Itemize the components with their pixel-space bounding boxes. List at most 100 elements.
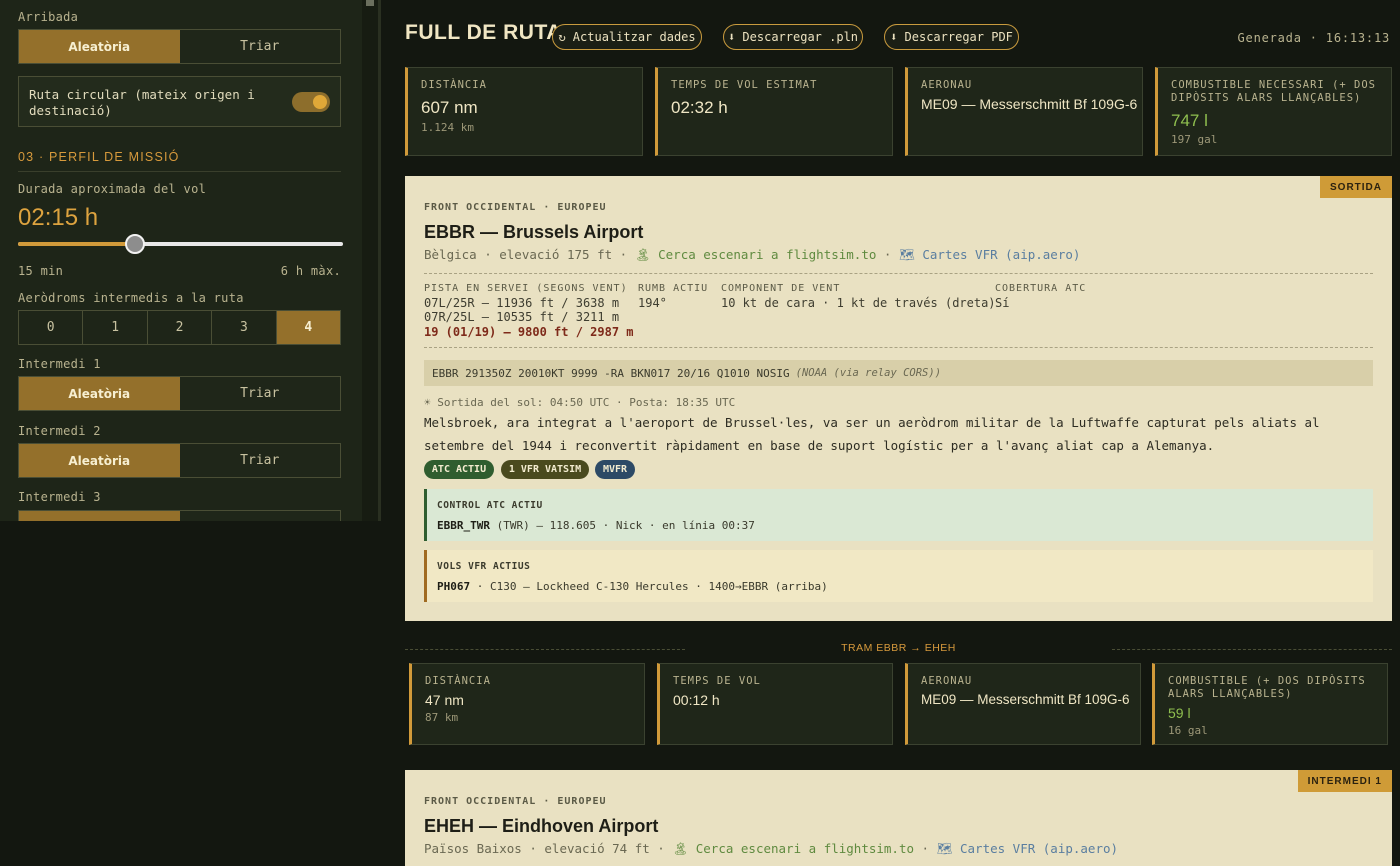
stat-sub: 87 km (425, 711, 459, 724)
intermediate-option-4[interactable]: 4 (276, 311, 341, 344)
circular-route-switch[interactable] (292, 92, 330, 112)
section-title: 03 · PERFIL DE MISSIÓ (18, 150, 180, 164)
summary-fuel: COMBUSTIBLE NECESSARI (+ DOS DIPÒSITS AL… (1155, 67, 1392, 156)
intermediate-3-label: Intermedi 3 (18, 490, 101, 504)
intermediate-badge: INTERMEDI 1 (1297, 770, 1392, 792)
intermediate-3-choose-button[interactable] (179, 511, 340, 521)
meta-separator: · (921, 841, 930, 856)
arrival-random-button[interactable]: Aleatòria (19, 30, 180, 63)
heading-value: 194° (638, 296, 667, 310)
page-title: FULL DE RUTA (405, 21, 562, 44)
intermediate-3-mode-toggle (18, 510, 341, 521)
runways-header: PISTA EN SERVEI (SEGONS VENT) (424, 283, 628, 294)
stat-value: 59 l (1168, 705, 1191, 721)
arrival-mode-toggle: Aleatòria Triar (18, 29, 341, 64)
arrival-choose-button[interactable]: Triar (179, 30, 340, 63)
stat-sub: 197 gal (1171, 133, 1218, 146)
sidebar-divider (378, 0, 381, 521)
divider (424, 347, 1373, 348)
stat-sub: 1.124 km (421, 121, 474, 134)
duration-label: Durada aproximada del vol (18, 182, 207, 196)
departure-badge: SORTIDA (1320, 176, 1392, 198)
slider-handle[interactable] (125, 234, 145, 254)
generated-time: Generada · 16:13:13 (1237, 31, 1390, 45)
atc-details: (TWR) — 118.605 · Nick · en línia 00:37 (496, 519, 755, 532)
intermediate-1-mode-toggle: Aleatòria Triar (18, 376, 341, 411)
stat-value: ME09 — Messerschmitt Bf 109G-6 (921, 692, 1130, 707)
leg-title: TRAM EBBR → EHEH (841, 642, 956, 654)
leg-divider: TRAM EBBR → EHEH (405, 642, 1392, 656)
intermediate-option-1[interactable]: 1 (83, 311, 148, 344)
front-kicker: FRONT OCCIDENTAL · EUROPEU (424, 796, 607, 807)
intermediate-1-random-button[interactable]: Aleatòria (19, 377, 180, 410)
stat-value: ME09 — Messerschmitt Bf 109G-6 (921, 96, 1138, 112)
arrival-label: Arribada (18, 10, 79, 24)
meta-separator: · (883, 247, 892, 262)
download-pdf-button[interactable]: ⬇ Descarregar PDF (884, 24, 1019, 50)
duration-slider[interactable] (18, 234, 343, 254)
duration-value: 02:15 h (18, 204, 99, 231)
leg-distance: DISTÀNCIA 47 nm 87 km (409, 663, 645, 745)
circular-route-label: Ruta circular (mateix origen i destinaci… (29, 87, 255, 118)
mvfr-tag: MVFR (595, 460, 635, 479)
stat-value: 02:32 h (671, 98, 728, 117)
scenery-link[interactable]: 🏝 Cerca escenari a flightsim.to (635, 247, 877, 262)
vfr-callsign: PH067 (437, 580, 471, 593)
vfr-flights-box: VOLS VFR ACTIUS PH067 · C130 — Lockheed … (424, 550, 1373, 602)
metar-bar: EBBR 291350Z 20010KT 9999 -RA BKN017 20/… (424, 360, 1373, 386)
stat-label: COMBUSTIBLE NECESSARI (+ DOS DIPÒSITS AL… (1171, 79, 1377, 104)
intermediate-2-label: Intermedi 2 (18, 424, 101, 438)
vfr-charts-link[interactable]: 🗺 Cartes VFR (aip.aero) (899, 247, 1080, 262)
intermediate-option-3[interactable]: 3 (212, 311, 277, 344)
stat-value: 47 nm (425, 692, 464, 708)
stat-label: AERONAU (921, 675, 973, 687)
vfr-charts-link[interactable]: 🗺 Cartes VFR (aip.aero) (937, 841, 1118, 856)
airport-title: EHEH — Eindhoven Airport (424, 816, 659, 836)
stat-sub: 16 gal (1168, 724, 1208, 737)
stat-label: AERONAU (921, 79, 973, 91)
leg-aircraft: AERONAU ME09 — Messerschmitt Bf 109G-6 (905, 663, 1141, 745)
scrollbar-thumb[interactable] (366, 0, 374, 6)
atc-callsign: EBBR_TWR (437, 519, 490, 532)
vfr-vatsim-tag: 1 VFR VATSIM (501, 460, 589, 479)
airport-country: Bèlgica · elevació 175 ft · (424, 247, 628, 262)
wind-header: COMPONENT DE VENT (721, 283, 841, 294)
intermediate-option-2[interactable]: 2 (148, 311, 213, 344)
atc-coverage-header: COBERTURA ATC (995, 283, 1087, 294)
atc-coverage-value: Sí (995, 296, 1010, 310)
runway-active: 19 (01/19) — 9800 ft / 2987 m (424, 325, 634, 339)
intermediate-1-card: INTERMEDI 1 FRONT OCCIDENTAL · EUROPEU E… (405, 770, 1392, 866)
summary-distance: DISTÀNCIA 607 nm 1.124 km (405, 67, 643, 156)
sun-times: ☀ Sortida del sol: 04:50 UTC · Posta: 18… (424, 396, 736, 409)
leg-fuel: COMBUSTIBLE (+ DOS DIPÒSITS ALARS LLANÇA… (1152, 663, 1388, 745)
intermediate-count-selector: 0 1 2 3 4 (18, 310, 341, 345)
stat-value: 607 nm (421, 98, 478, 117)
airport-country: Països Baixos · elevació 74 ft · (424, 841, 665, 856)
atc-active-tag: ATC ACTIU (424, 460, 494, 479)
scenery-link[interactable]: 🏝 Cerca escenari a flightsim.to (672, 841, 914, 856)
leg-flight-time: TEMPS DE VOL 00:12 h (657, 663, 893, 745)
intermediate-3-random-button[interactable] (19, 511, 180, 521)
sidebar: Arribada Aleatòria Triar Ruta circular (… (0, 0, 362, 521)
airport-title: EBBR — Brussels Airport (424, 222, 644, 242)
divider (424, 273, 1373, 274)
download-pln-button[interactable]: ⬇ Descarregar .pln (723, 24, 863, 50)
vfr-box-title: VOLS VFR ACTIUS (437, 561, 531, 572)
refresh-data-button[interactable]: ↻ Actualitzar dades (552, 24, 702, 50)
sidebar-scrollbar[interactable] (362, 0, 378, 521)
duration-min: 15 min (18, 264, 64, 278)
heading-header: RUMB ACTIU (638, 283, 709, 294)
intermediate-1-label: Intermedi 1 (18, 357, 101, 371)
atc-box-text: EBBR_TWR (TWR) — 118.605 · Nick · en lín… (437, 519, 755, 532)
stat-label: TEMPS DE VOL ESTIMAT (671, 79, 818, 91)
atc-control-box: CONTROL ATC ACTIU EBBR_TWR (TWR) — 118.6… (424, 489, 1373, 541)
intermediate-1-choose-button[interactable]: Triar (179, 377, 340, 410)
intermediate-2-random-button[interactable]: Aleatòria (19, 444, 180, 477)
stat-label: TEMPS DE VOL (673, 675, 761, 687)
intermediate-2-choose-button[interactable]: Triar (179, 444, 340, 477)
departure-card: SORTIDA FRONT OCCIDENTAL · EUROPEU EBBR … (405, 176, 1392, 621)
circular-route-option[interactable]: Ruta circular (mateix origen i destinaci… (18, 76, 341, 127)
section-divider (18, 171, 341, 172)
intermediate-option-0[interactable]: 0 (19, 311, 84, 344)
stat-value: 747 l (1171, 111, 1208, 130)
